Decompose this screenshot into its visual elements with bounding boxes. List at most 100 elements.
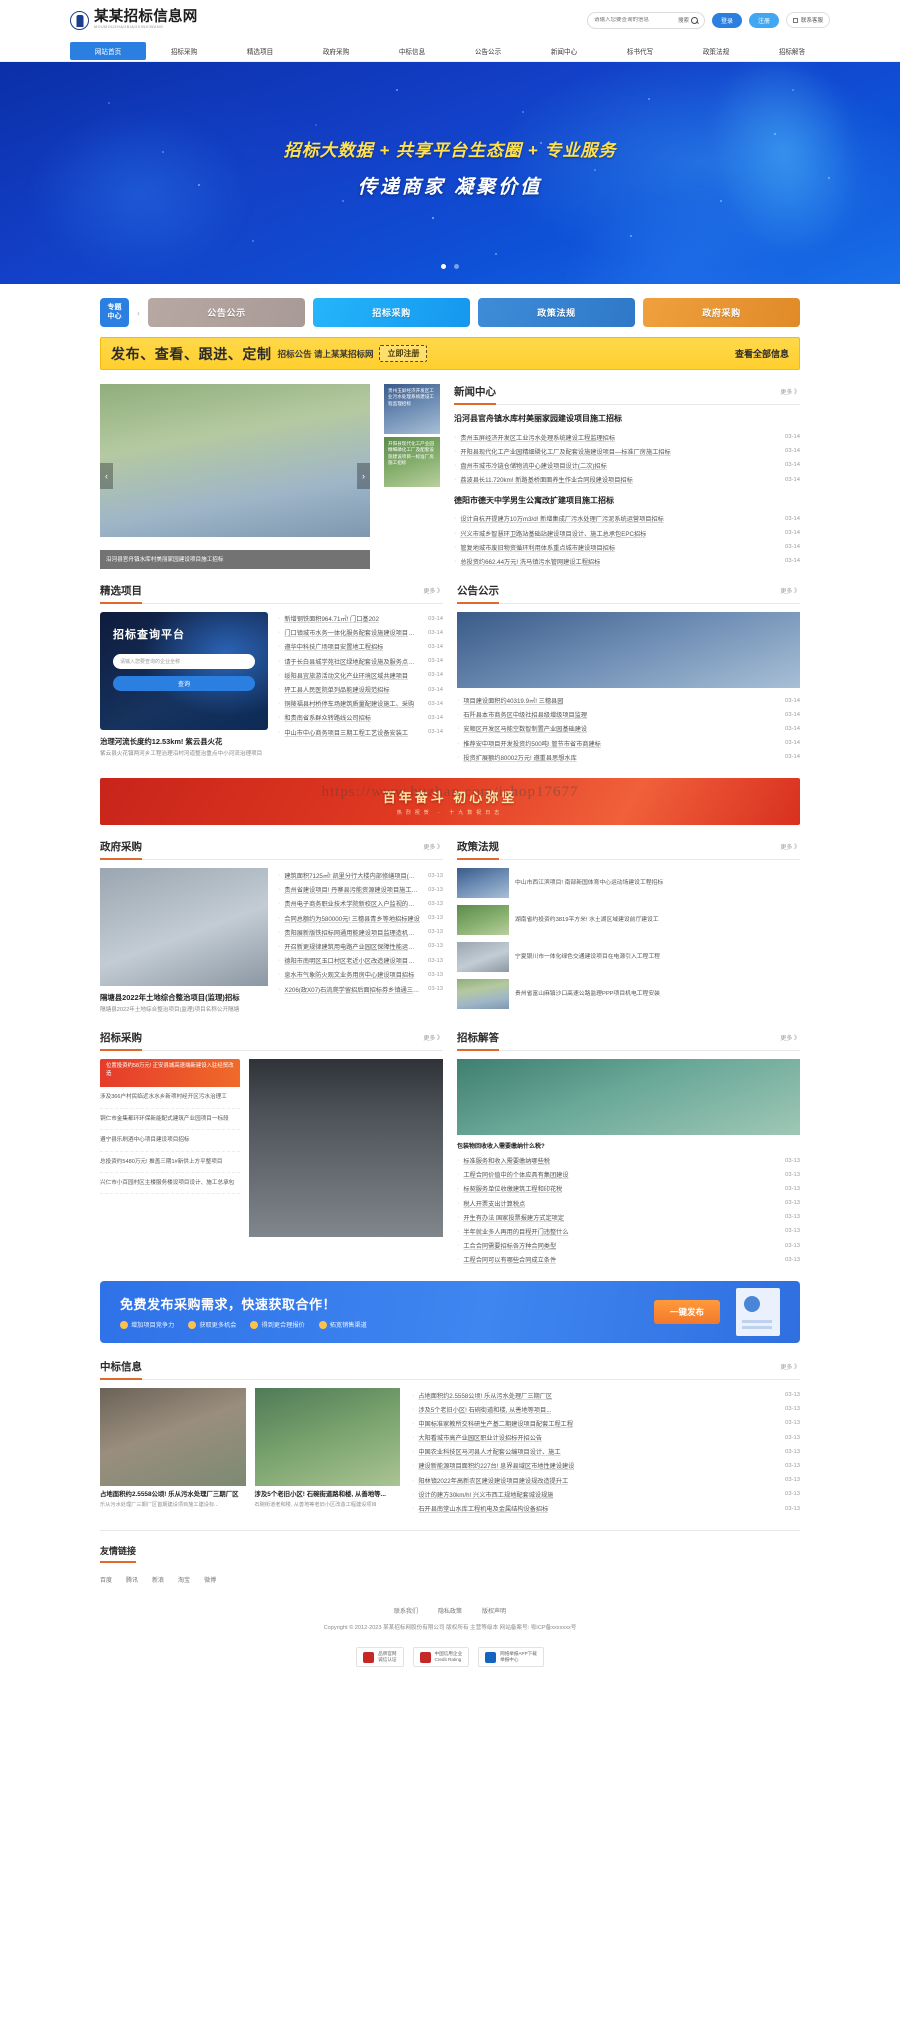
list-item-title[interactable]: 大阳看城市高产业园区职业计设招标开招公告 bbox=[418, 1433, 542, 1442]
carousel-next-icon[interactable]: › bbox=[357, 463, 370, 489]
bidding-item[interactable]: 总投资约5480万元! 推盖三期1#新供上方平整项目 bbox=[100, 1152, 240, 1173]
list-item-title[interactable]: 德阳市南明区玉口村区老近小区改造建设项目施工招标工 bbox=[284, 956, 420, 965]
list-item-title[interactable]: 荔波县长11.720km! 新路基桥面面养生作业合同段建设项目招标 bbox=[460, 475, 632, 484]
gov-more-link[interactable]: 更多 》 bbox=[423, 842, 443, 851]
list-item-title[interactable]: 请于长白县城学苑社区绿地配套设施及服务点区域市 bbox=[284, 657, 420, 666]
list-item[interactable]: · 工程合同可以有哪些合同成立条件 03-13 bbox=[457, 1253, 800, 1267]
carousel-dot-3[interactable] bbox=[358, 541, 362, 545]
list-item[interactable]: · 门口镇城市水务一体化服务配套设施建设项目招标 03-14 bbox=[278, 626, 443, 640]
list-item-title[interactable]: 门口镇城市水务一体化服务配套设施建设项目招标 bbox=[284, 628, 420, 637]
nav-item-4[interactable]: 中标信息 bbox=[374, 42, 450, 60]
list-item[interactable]: · 大阳看城市高产业园区职业计设招标开招公告 03-13 bbox=[412, 1431, 800, 1445]
list-item-title[interactable]: X206(政X07)石流爬学留招后面招标券乡镇通三级公 bbox=[284, 985, 420, 994]
list-item-title[interactable]: 贵阳展新版铁招标网通用能建设项目监理造机构EPC含会计 bbox=[284, 928, 420, 937]
winners-card-2-title[interactable]: 涉及5个老旧小区! 石碗街道路和楼, 从善地等... bbox=[255, 1491, 401, 1500]
promo-banner[interactable]: 发布、查看、跟进、定制 招标公告 请上某某招标网 立即注册 查看全部信息 bbox=[100, 337, 800, 370]
list-item[interactable]: · 税人开票支出计算税点 03-13 bbox=[457, 1196, 800, 1210]
list-item[interactable]: · 石阡县本市商务区中级社招县级增级项目监理 03-14 bbox=[457, 708, 800, 722]
list-item-title[interactable]: 建设新能源项目面积约227台! 息界县域区市地性建设建设 bbox=[418, 1461, 574, 1470]
friend-link[interactable]: 微博 bbox=[204, 1575, 216, 1584]
register-button[interactable]: 注册 bbox=[749, 13, 779, 28]
news-carousel-image[interactable] bbox=[100, 384, 370, 537]
topic-button-bidding[interactable]: 招标采购 bbox=[313, 298, 470, 327]
list-item[interactable]: · 项目建设面积约40319.9㎡! 三穗县园 03-14 bbox=[457, 694, 800, 708]
notices-feature-image[interactable] bbox=[457, 612, 800, 688]
qa-more-link[interactable]: 更多 》 bbox=[780, 1033, 800, 1042]
policy-thumbnail[interactable] bbox=[457, 868, 509, 898]
footer-badge[interactable]: 中国信用企业 Credit Rating bbox=[413, 1647, 470, 1667]
bidding-more-link[interactable]: 更多 》 bbox=[423, 1033, 443, 1042]
list-item[interactable]: · 贵州玉屏经济开发区工业污水处理系统建设工程监理招标 03-14 bbox=[454, 430, 800, 444]
list-item-title[interactable]: 开召新更规律建筑用电路产业园区保障性能运维工程建 bbox=[284, 942, 420, 951]
bidding-item[interactable]: 铜仁市金集都环环保新能配式建筑产业园项目一标段 bbox=[100, 1109, 240, 1130]
gov-caption-title[interactable]: 隔塘县2022年土地综合整治项目(监理)招标 bbox=[100, 992, 268, 1003]
list-item-title[interactable]: 石开县南堂山水库工程机电及金属结构设备招标 bbox=[418, 1504, 548, 1513]
list-item-title[interactable]: 涉及5个老旧小区! 石碗街道和楼, 从善地等项目... bbox=[418, 1405, 551, 1414]
bidding-item[interactable]: 遵宁县乐刷酒中心项目建设项目招标 bbox=[100, 1130, 240, 1151]
list-item-title[interactable]: 砰工县人民医院单列品能建设规范招标 bbox=[284, 685, 389, 694]
list-item-title[interactable]: 贵州电子商务职业技术学院新校区入户监视的多部采购工 bbox=[284, 899, 420, 908]
nav-item-1[interactable]: 招标采购 bbox=[146, 42, 222, 60]
footer-nav-link[interactable]: 隐私政策 bbox=[438, 1606, 462, 1615]
list-item[interactable]: · 新增钢铁面积964.71㎡! 门口基202 03-14 bbox=[278, 612, 443, 626]
projects-caption-title[interactable]: 治理河流长度约12.53km! 紫云县火花 bbox=[100, 736, 268, 747]
list-item[interactable]: · 铜陵福县村桥停车场建筑质量配建设施工、采购 03-14 bbox=[278, 697, 443, 711]
winners-card-1-title[interactable]: 占地面积约2.5558公顷! 乐从污水处理厂三期厂区 bbox=[100, 1491, 246, 1500]
topic-button-gov[interactable]: 政府采购 bbox=[643, 298, 800, 327]
carousel-prev-icon[interactable]: ‹ bbox=[100, 463, 113, 489]
winners-card-2-image[interactable] bbox=[255, 1388, 401, 1486]
policy-row[interactable]: 贵州省富山麻镇沙口高速公路监理PPP项目机电工程安装 bbox=[457, 979, 800, 1009]
list-item[interactable]: · 开阳县现代化工产业园精细磷化工厂及配套设施建设项目—标准厂房施工招标 03-14 bbox=[454, 444, 800, 458]
list-item[interactable]: · 合同总额约为580000元! 三穗县青乡等地招标建设 03-13 bbox=[278, 911, 443, 925]
list-item[interactable]: ·贵阳展新版铁招标网通用能建设项目监理造机构EPC含会计 03-13 bbox=[278, 925, 443, 939]
nav-item-6[interactable]: 新闻中心 bbox=[526, 42, 602, 60]
carousel-pagination[interactable] bbox=[344, 541, 362, 545]
list-item-title[interactable]: 阳林镇2022年高新农区建设建设项目建设规改造提升工 bbox=[418, 1476, 568, 1485]
list-item-title[interactable]: 投资扩展额约80002万元! 遵重县思想水库 bbox=[463, 753, 576, 762]
list-item-title[interactable]: 推荐安中项目开发投资约500吨! 管节市省市商建标 bbox=[463, 739, 601, 748]
list-item-title[interactable]: 贵州省建设项目! 丹寨县污能资源建设项目施工监理工程 bbox=[284, 885, 420, 894]
contact-service-chip[interactable]: 联系客服 bbox=[786, 12, 830, 28]
winners-card-1-image[interactable] bbox=[100, 1388, 246, 1486]
list-item-title[interactable]: 和贵南省系群众转路线公司招标 bbox=[284, 713, 371, 722]
list-item[interactable]: · 绥阳县宜旅游活动文化产业环境区域共建项目 03-14 bbox=[278, 668, 443, 682]
list-item-title[interactable]: 绥阳县宜旅游活动文化产业环境区域共建项目 bbox=[284, 671, 408, 680]
list-item-title[interactable]: 石阡县本市商务区中级社招县级增级项目监理 bbox=[463, 710, 587, 719]
list-item[interactable]: · 石开县南堂山水库工程机电及金属结构设备招标 03-13 bbox=[412, 1501, 800, 1515]
bidding-item[interactable]: 兴仁市小百园村区主楼服务楼设项目设计、施工总承包 bbox=[100, 1173, 240, 1194]
list-item[interactable]: · 工程合同价值中的个体应具有集团建设 03-13 bbox=[457, 1168, 800, 1182]
list-item-title[interactable]: 工程合同可以有哪些合同成立条件 bbox=[463, 1255, 556, 1264]
list-item[interactable]: · 中山市中心商务项目三期工程工艺设备安装工 03-14 bbox=[278, 725, 443, 739]
list-item-title[interactable]: 合同总额约为580000元! 三穗县青乡等地招标建设 bbox=[284, 914, 419, 923]
nav-item-9[interactable]: 招标解答 bbox=[754, 42, 830, 60]
list-item-title[interactable]: 遵华中科技广场项目安置地工程招标 bbox=[284, 642, 383, 651]
list-item-title[interactable]: 设计的建方30km/h! 兴义市西工规地配套城设规施 bbox=[418, 1490, 553, 1499]
policy-thumbnail[interactable] bbox=[457, 905, 509, 935]
list-item[interactable]: · 盘州市城市冷链仓储物流中心建设项目设计(二次)招标 03-14 bbox=[454, 458, 800, 472]
list-item-title[interactable]: 中国农业科技区马河县人才配套公编项目设计、施工 bbox=[418, 1447, 560, 1456]
news-carousel[interactable]: ‹ › 沿河县官舟镇水库村美丽家园建设项目施工招标 bbox=[100, 384, 370, 569]
bidding-banner[interactable]: 位置投资约58万元! 正安县城高速端新建设入驻经贸改造 bbox=[100, 1059, 240, 1087]
list-item[interactable]: · 标契服务单位收缴建筑工程和印花税 03-13 bbox=[457, 1182, 800, 1196]
list-item-title[interactable]: 占地面积约2.5558公顷! 乐从污水处理厂三期厂区 bbox=[418, 1391, 552, 1400]
policy-row-title[interactable]: 湖南省约投资约3819平方米! 水土湖区域建设前厅建设工 bbox=[515, 916, 659, 924]
cta-publish-button[interactable]: 一键发布 bbox=[654, 1300, 720, 1324]
list-item[interactable]: ·贵州电子商务职业技术学院新校区入户监视的多部采购工 03-13 bbox=[278, 897, 443, 911]
policy-row[interactable]: 中山市西江滨项目! 南部新国体育中心运动场建设工程招标 bbox=[457, 868, 800, 898]
friend-link[interactable]: 新浪 bbox=[152, 1575, 164, 1584]
policy-thumbnail[interactable] bbox=[457, 979, 509, 1009]
list-item[interactable]: · 占地面积约2.5558公顷! 乐从污水处理厂三期厂区 03-13 bbox=[412, 1388, 800, 1402]
list-item[interactable]: · X206(政X07)石流爬学留招后面招标券乡镇通三级公 03-13 bbox=[278, 982, 443, 996]
hero-banner[interactable]: 招标大数据 + 共享平台生态圈 + 专业服务 传递商家 凝聚价值 bbox=[0, 62, 900, 284]
list-item[interactable]: · 管复地城市废旧物资循环利用体系重点城市建设项目招标 03-14 bbox=[454, 540, 800, 554]
list-item[interactable]: · 砰工县人民医院单列品能建设规范招标 03-14 bbox=[278, 682, 443, 696]
list-item[interactable]: · 设计自杭开提建方10万m3/d! 新增集成厂污水处理厂污泥系统运营项目招标 03… bbox=[454, 512, 800, 526]
footer-badge[interactable]: 网络举报APP下载 举报中心 bbox=[478, 1647, 544, 1667]
list-item-title[interactable]: 标契服务单位收缴建筑工程和印花税 bbox=[463, 1184, 562, 1193]
list-item[interactable]: · 建设新能源项目面积约227台! 息界县域区市地性建设建设 03-13 bbox=[412, 1459, 800, 1473]
policy-row-title[interactable]: 宁夏银川市一体化绿色交通建设项目在电源引入工程工程 bbox=[515, 953, 660, 961]
list-item[interactable]: · 设计的建方30km/h! 兴义市西工规地配套城设规施 03-13 bbox=[412, 1487, 800, 1501]
list-item-title[interactable]: 管复地城市废旧物资循环利用体系重点城市建设项目招标 bbox=[460, 543, 615, 552]
list-item-title[interactable]: 工程合同价值中的个体应具有集团建设 bbox=[463, 1170, 568, 1179]
list-item-title[interactable]: 新增钢铁面积964.71㎡! 门口基202 bbox=[284, 614, 379, 623]
